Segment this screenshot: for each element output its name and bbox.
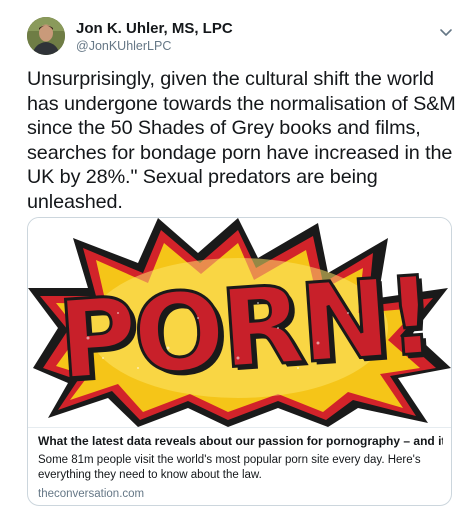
- tweet-text: Unsurprisingly, given the cultural shift…: [27, 68, 456, 213]
- card-title[interactable]: What the latest data reveals about our p…: [38, 434, 443, 448]
- author-handle[interactable]: @JonKUhlerLPC: [76, 39, 171, 53]
- comic-burst-image: PORN! PORN!: [28, 218, 451, 427]
- card-description: Some 81m people visit the world's most p…: [38, 454, 421, 481]
- avatar[interactable]: [27, 17, 65, 55]
- tweet: Jon K. Uhler, MS, LPC @JonKUhlerLPC Unsu…: [0, 0, 474, 517]
- porn-letters: PORN! PORN!: [53, 252, 440, 408]
- card-domain[interactable]: theconversation.com: [38, 488, 144, 500]
- card-body[interactable]: What the latest data reveals about our p…: [28, 427, 451, 505]
- link-card[interactable]: PORN! PORN! What the latest data reveals…: [27, 217, 452, 506]
- burst-text: PORN!: [54, 254, 436, 405]
- author-name[interactable]: Jon K. Uhler, MS, LPC: [76, 20, 233, 37]
- card-image[interactable]: PORN! PORN!: [28, 218, 451, 427]
- avatar-photo: [27, 17, 65, 55]
- chevron-down-icon[interactable]: [438, 24, 454, 40]
